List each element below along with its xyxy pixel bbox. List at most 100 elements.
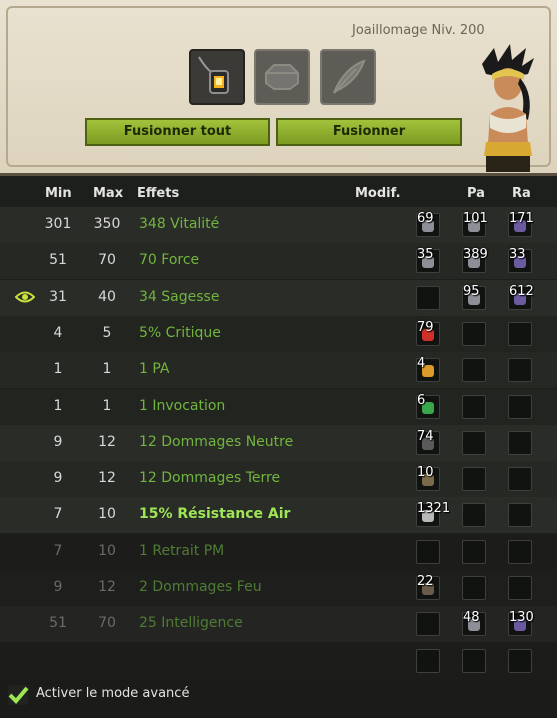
effect-min: 9 (53, 470, 63, 487)
effect-min: 9 (53, 579, 63, 595)
modif-rune-slot[interactable]: 74 (416, 428, 440, 455)
pa-rune-slot[interactable] (462, 358, 486, 383)
rune-count: 22 (417, 574, 434, 589)
effect-max: 12 (98, 579, 116, 595)
effect-max: 70 (98, 252, 116, 269)
ra-rune-slot[interactable]: 612 (508, 283, 534, 310)
merge-button[interactable]: Fusionner (276, 118, 462, 146)
ra-rune-slot[interactable] (508, 576, 532, 600)
effect-label: 2 Dommages Feu (139, 579, 262, 595)
advanced-mode-label: Activer le mode avancé (36, 686, 190, 701)
effect-max: 12 (98, 433, 116, 450)
potion-slot[interactable] (320, 49, 376, 105)
modif-rune-slot[interactable] (416, 285, 440, 310)
rune-count: 69 (417, 211, 434, 226)
pa-rune-slot[interactable] (462, 430, 486, 455)
pa-rune-slot[interactable] (462, 539, 486, 564)
ra-rune-slot[interactable] (508, 321, 532, 346)
checkmark-icon[interactable] (7, 684, 29, 706)
effect-max: 1 (102, 397, 112, 414)
column-effects: Effets (137, 186, 180, 201)
modif-rune-slot[interactable]: 69 (416, 211, 440, 237)
ra-rune-slot[interactable] (508, 648, 532, 673)
modif-rune-slot[interactable] (416, 539, 440, 564)
table-row: 9 12 12 Dommages Neutre 74 (0, 424, 557, 461)
effect-min: 1 (53, 361, 63, 378)
ra-rune-slot[interactable] (508, 467, 532, 492)
rune-count: 74 (417, 428, 434, 444)
effect-max: 10 (98, 506, 116, 523)
table-row (0, 642, 557, 679)
rune-count: 612 (509, 283, 534, 299)
modif-rune-slot[interactable] (416, 612, 440, 637)
table-row: 4 5 5% Critique 79 (0, 315, 557, 352)
rune-count: 171 (509, 211, 534, 226)
ra-rune-slot[interactable] (508, 358, 532, 383)
modif-rune-slot[interactable]: 10 (416, 465, 440, 492)
pa-rune-slot[interactable] (462, 394, 486, 419)
ra-rune-slot[interactable] (508, 430, 532, 455)
modif-rune-slot[interactable] (416, 648, 440, 673)
effect-label: 5% Critique (139, 324, 221, 341)
effect-min: 7 (53, 506, 63, 523)
effect-label: 1 Retrait PM (139, 542, 225, 559)
table-row: 9 12 12 Dommages Terre 10 (0, 461, 557, 498)
rune-count: 1321 (417, 501, 451, 517)
modif-rune-slot[interactable]: 79 (416, 319, 440, 346)
modif-rune-slot[interactable]: 35 (416, 247, 440, 274)
pa-rune-slot[interactable]: 389 (462, 247, 488, 274)
rune-count: 35 (417, 247, 434, 263)
rune-count: 101 (463, 211, 488, 226)
pa-rune-slot[interactable] (462, 503, 486, 528)
column-max: Max (93, 186, 124, 201)
column-pa: Pa (467, 186, 485, 201)
ra-rune-slot[interactable] (508, 394, 532, 419)
pa-rune-slot[interactable]: 101 (462, 211, 488, 237)
table-row: 51 70 25 Intelligence 48 130 (0, 606, 557, 643)
rune-count: 48 (463, 610, 480, 626)
effect-max: 70 (98, 615, 116, 632)
item-slot[interactable] (189, 49, 245, 105)
feather-icon (333, 59, 366, 94)
effect-max: 40 (98, 288, 116, 305)
ra-rune-slot[interactable]: 130 (508, 610, 534, 637)
effect-label: 12 Dommages Neutre (139, 433, 294, 450)
effect-min: 9 (53, 433, 63, 450)
effect-max: 1 (102, 361, 112, 378)
pa-rune-slot[interactable] (462, 648, 486, 673)
rune-slot[interactable] (254, 49, 310, 105)
effect-label: 25 Intelligence (139, 615, 243, 632)
pa-rune-slot[interactable]: 95 (462, 284, 486, 310)
modif-rune-slot[interactable]: 22 (416, 574, 440, 600)
table-row: 1 1 1 PA 4 (0, 352, 557, 389)
effect-max: 12 (98, 470, 116, 487)
table-row: 7 10 15% Résistance Air 1321 (0, 497, 557, 534)
crafting-panel: Joaillomage Niv. 200 Fusionner tout Fusi… (0, 0, 557, 176)
effect-max: 5 (102, 324, 112, 341)
eye-icon[interactable] (15, 290, 35, 304)
effect-min: 31 (49, 288, 67, 305)
pa-rune-slot[interactable] (462, 321, 486, 346)
character-avatar (482, 44, 534, 172)
ra-rune-slot[interactable] (508, 539, 532, 564)
modif-rune-slot[interactable]: 6 (416, 393, 440, 419)
pa-rune-slot[interactable] (462, 467, 486, 492)
modif-rune-slot[interactable]: 4 (416, 356, 440, 383)
pa-rune-slot[interactable] (462, 576, 486, 600)
merge-all-button[interactable]: Fusionner tout (85, 118, 270, 146)
ra-rune-slot[interactable] (508, 503, 532, 528)
effect-label: 348 Vitalité (139, 216, 220, 232)
table-row: 7 10 1 Retrait PM (0, 533, 557, 570)
ra-rune-slot[interactable]: 33 (508, 247, 532, 274)
column-min: Min (45, 186, 72, 201)
rune-count: 389 (463, 247, 488, 263)
modif-rune-slot[interactable]: 1321 (416, 501, 450, 528)
table-row: 1 1 1 Invocation 6 (0, 388, 557, 425)
effect-label: 1 PA (139, 361, 170, 378)
effect-label: 34 Sagesse (139, 288, 220, 305)
ra-rune-slot[interactable]: 171 (508, 211, 534, 237)
effect-min: 4 (53, 324, 63, 341)
table-row: 31 40 34 Sagesse 95 612 (0, 279, 557, 316)
pa-rune-slot[interactable]: 48 (462, 610, 486, 637)
rune-count: 79 (417, 319, 434, 335)
